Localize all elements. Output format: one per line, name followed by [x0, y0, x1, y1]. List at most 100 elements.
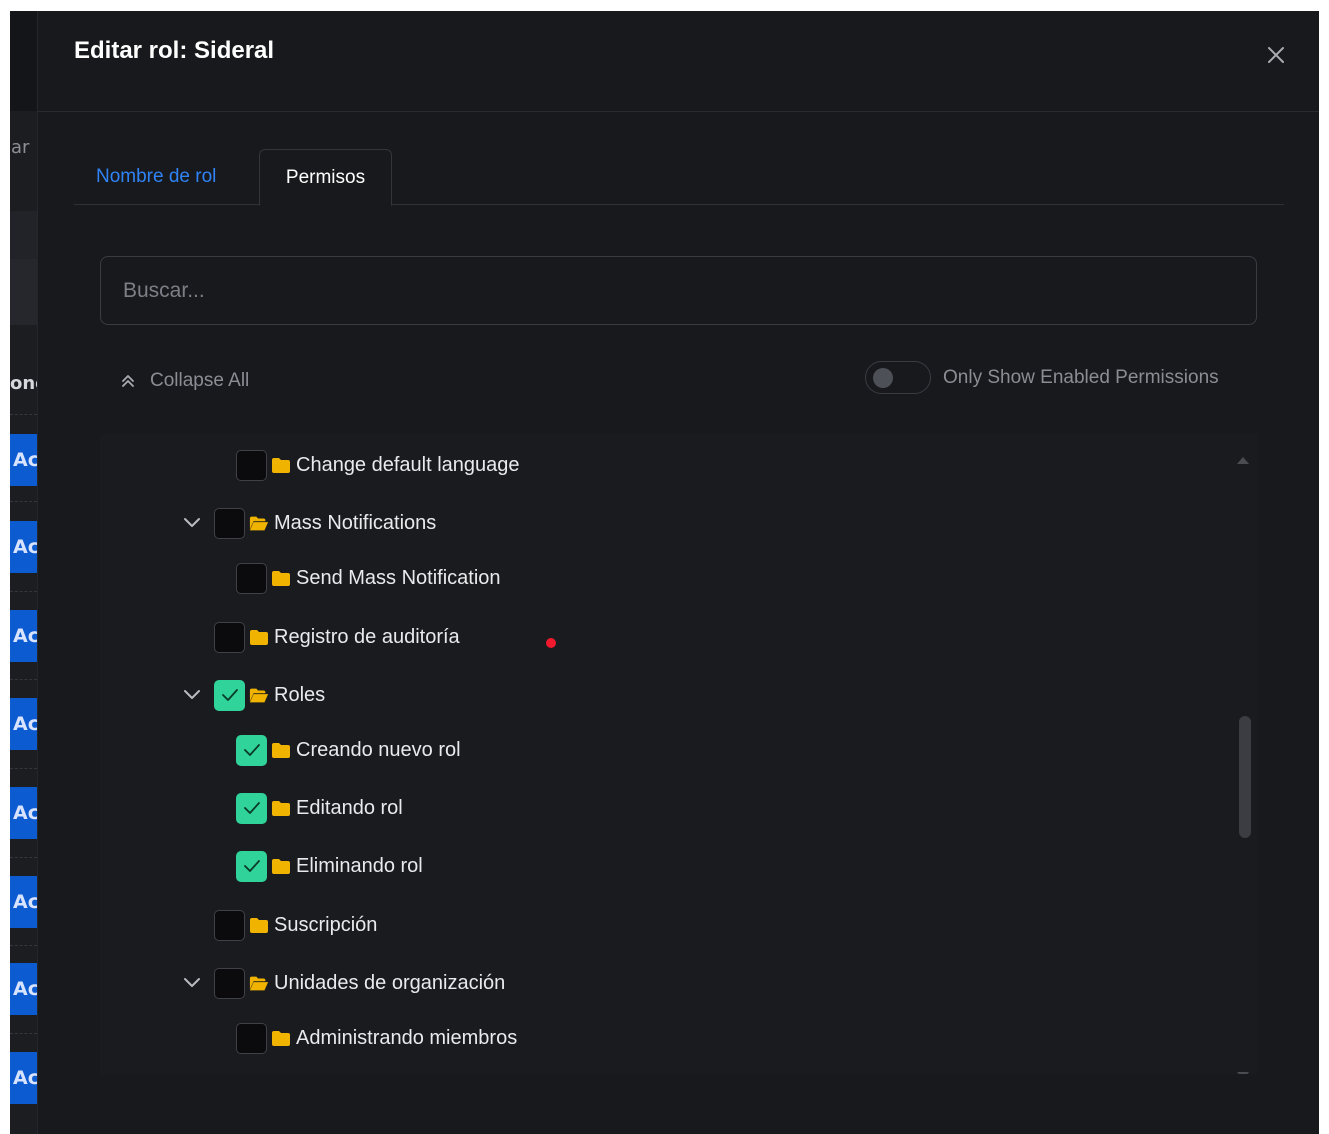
bg-action-button[interactable]: Ac: [10, 787, 37, 839]
tab-role-name[interactable]: Nombre de rol: [96, 149, 216, 205]
scrollbar-thumb[interactable]: [1239, 716, 1251, 838]
app-frame: ar one Ac Ac Ac Ac Ac Ac Ac Ac Editar ro…: [10, 11, 1319, 1134]
expand-toggle[interactable]: [180, 683, 204, 707]
close-icon: [1268, 47, 1284, 63]
scroll-down-arrow[interactable]: [1236, 1066, 1250, 1074]
only-enabled-filter: Only Show Enabled Permissions: [865, 361, 1219, 394]
permission-label[interactable]: Send Mass Notification: [296, 567, 501, 590]
bg-divider: [10, 591, 37, 592]
bg-divider: [10, 1033, 37, 1034]
bg-partial-text: ar: [11, 137, 30, 158]
triangle-down-icon: [1237, 1072, 1249, 1074]
scroll-up-arrow[interactable]: [1236, 450, 1250, 469]
folder-open-icon: [249, 688, 269, 702]
folder-icon-wrap: [249, 514, 269, 532]
tab-permissions[interactable]: Permisos: [259, 149, 392, 206]
folder-icon: [272, 457, 290, 473]
tab-bar: Nombre de rol Permisos: [74, 149, 1284, 206]
permission-label[interactable]: Creando nuevo rol: [296, 739, 461, 762]
folder-icon-wrap: [271, 857, 291, 875]
folder-icon: [272, 570, 290, 586]
permission-label[interactable]: Mass Notifications: [274, 512, 436, 535]
folder-icon: [250, 629, 268, 645]
background-page: ar one Ac Ac Ac Ac Ac Ac Ac Ac: [10, 11, 47, 1134]
bg-action-button[interactable]: Ac: [10, 610, 37, 662]
permission-checkbox[interactable]: [236, 562, 267, 594]
permission-label[interactable]: Registro de auditoría: [274, 626, 460, 649]
folder-open-icon: [249, 976, 269, 990]
folder-icon: [250, 917, 268, 933]
folder-icon-wrap: [271, 456, 291, 474]
folder-open-icon: [249, 516, 269, 530]
bg-divider: [10, 945, 37, 946]
folder-icon: [272, 742, 290, 758]
tree-row: Registro de auditoría: [214, 620, 460, 654]
folder-icon: [272, 800, 290, 816]
folder-icon-wrap: [271, 741, 291, 759]
search-input[interactable]: [100, 256, 1257, 325]
folder-icon-wrap: [249, 916, 269, 934]
checkmark-icon: [243, 860, 260, 872]
only-enabled-toggle[interactable]: [865, 361, 931, 394]
permission-checkbox[interactable]: [236, 850, 267, 882]
close-button[interactable]: [1262, 41, 1290, 69]
bg-divider: [10, 679, 37, 680]
collapse-all-label: Collapse All: [150, 370, 250, 391]
permission-label[interactable]: Unidades de organización: [274, 972, 505, 995]
permission-label[interactable]: Editando rol: [296, 797, 403, 820]
checkmark-icon: [243, 802, 260, 814]
folder-icon: [272, 1030, 290, 1046]
tree-row: Suscripción: [214, 908, 377, 942]
folder-icon-wrap: [271, 569, 291, 587]
folder-icon-wrap: [249, 628, 269, 646]
permission-checkbox[interactable]: [214, 679, 245, 711]
bg-action-button[interactable]: Ac: [10, 434, 37, 486]
expand-toggle[interactable]: [180, 971, 204, 995]
permission-checkbox[interactable]: [236, 1022, 267, 1054]
permission-label[interactable]: Administrando miembros: [296, 1027, 517, 1050]
bg-divider: [10, 414, 37, 415]
edit-role-modal: Editar rol: Sideral Nombre de rol Permis…: [37, 11, 1319, 1134]
modal-title: Editar rol: Sideral: [74, 37, 275, 64]
permission-checkbox[interactable]: [214, 909, 245, 941]
tree-row: Administrando miembros: [236, 1021, 517, 1055]
permission-checkbox[interactable]: [214, 621, 245, 653]
bg-block: [10, 11, 37, 111]
permission-label[interactable]: Roles: [274, 684, 325, 707]
bg-action-button[interactable]: Ac: [10, 1052, 37, 1104]
bg-divider: [10, 501, 37, 502]
bg-block: [10, 211, 37, 259]
permission-checkbox[interactable]: [214, 507, 245, 539]
only-enabled-label: Only Show Enabled Permissions: [943, 366, 1219, 388]
tree-row: Eliminando rol: [236, 849, 423, 883]
tree-row: Editando rol: [236, 791, 403, 825]
permission-checkbox[interactable]: [214, 967, 245, 999]
tree-row: Roles: [180, 678, 325, 712]
bg-action-button[interactable]: Ac: [10, 698, 37, 750]
collapse-all-button[interactable]: Collapse All: [120, 366, 249, 396]
double-chevron-up-icon: [122, 375, 134, 387]
tree-row: Unidades de organización: [180, 966, 505, 1000]
permission-checkbox[interactable]: [236, 449, 267, 481]
toggle-knob: [873, 368, 893, 388]
bg-action-button[interactable]: Ac: [10, 963, 37, 1015]
permission-checkbox[interactable]: [236, 792, 267, 824]
folder-icon-wrap: [249, 974, 269, 992]
tree-row: Send Mass Notification: [236, 561, 501, 595]
bg-action-button[interactable]: Ac: [10, 521, 37, 573]
chevron-down-icon: [184, 978, 200, 987]
bg-block: [10, 259, 37, 325]
triangle-up-icon: [1237, 457, 1249, 464]
unsaved-indicator-dot: [546, 638, 556, 648]
permission-label[interactable]: Eliminando rol: [296, 855, 423, 878]
modal-header: Editar rol: Sideral: [38, 11, 1319, 112]
expand-toggle[interactable]: [180, 511, 204, 535]
chevron-down-icon: [184, 690, 200, 699]
bg-divider: [10, 768, 37, 769]
permission-label[interactable]: Change default language: [296, 454, 520, 477]
bg-action-button[interactable]: Ac: [10, 876, 37, 928]
chevron-down-icon: [184, 518, 200, 527]
permission-label[interactable]: Suscripción: [274, 914, 377, 937]
permission-checkbox[interactable]: [236, 734, 267, 766]
bg-divider: [10, 857, 37, 858]
